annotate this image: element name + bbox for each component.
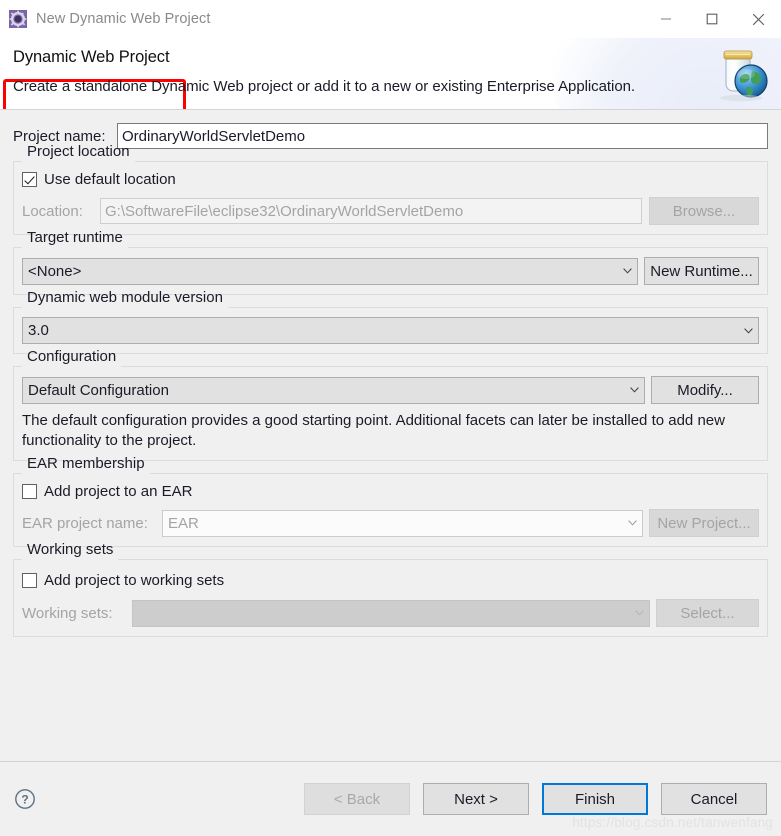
add-project-to-ear-row[interactable]: Add project to an EAR [22, 483, 759, 500]
svg-text:?: ? [21, 792, 28, 806]
add-project-to-working-sets-label: Add project to working sets [44, 572, 225, 589]
eclipse-project-icon [9, 10, 27, 28]
group-header: Dynamic web module version [14, 289, 767, 308]
group-content: Default Configuration Modify... The defa… [22, 367, 759, 451]
use-default-location-row[interactable]: Use default location [22, 171, 759, 188]
group-content: Add project to an EAR EAR project name: … [22, 474, 759, 537]
select-button: Select... [656, 599, 759, 627]
use-default-location-label: Use default location [44, 171, 176, 188]
chevron-down-icon [738, 327, 758, 334]
module-version-row: 3.0 [22, 317, 759, 344]
web-jar-globe-icon [711, 45, 771, 103]
configuration-group: Configuration Default Configuration Modi… [13, 348, 768, 461]
help-question-icon[interactable]: ? [14, 788, 36, 810]
add-project-to-working-sets-row[interactable]: Add project to working sets [22, 572, 759, 589]
chevron-down-icon [622, 520, 642, 526]
page-description: Create a standalone Dynamic Web project … [13, 78, 636, 95]
location-row: Location: G:\SoftwareFile\eclipse32\Ordi… [22, 197, 759, 225]
ear-membership-group-title: EAR membership [27, 455, 145, 472]
use-default-location-checkbox[interactable] [22, 172, 37, 187]
project-location-group-title: Project location [27, 143, 130, 160]
working-sets-row: Working sets: Select... [22, 599, 759, 627]
new-runtime-button[interactable]: New Runtime... [644, 257, 759, 285]
configuration-select[interactable]: Default Configuration [22, 376, 645, 404]
ear-membership-group: EAR membership Add project to an EAR EAR… [13, 455, 768, 547]
ear-project-name-row: EAR project name: EAR New Project... [22, 509, 759, 537]
close-button[interactable] [735, 0, 781, 38]
module-version-value: 3.0 [28, 322, 49, 339]
new-project-button: New Project... [649, 509, 759, 537]
configuration-value: Default Configuration [28, 381, 169, 399]
footer-buttons: < Back Next > Finish Cancel [304, 783, 767, 815]
target-runtime-group-title: Target runtime [27, 229, 123, 246]
window-controls [643, 0, 781, 38]
project-name-input[interactable]: OrdinaryWorldServletDemo [117, 123, 768, 149]
configuration-group-title: Configuration [27, 348, 117, 365]
group-content: Add project to working sets Working sets… [22, 560, 759, 627]
target-runtime-group: Target runtime <None> New Runtime... [13, 229, 768, 295]
modify-button[interactable]: Modify... [651, 376, 759, 404]
project-location-group: Project location Use default location Lo… [13, 143, 768, 235]
ear-project-name-label: EAR project name: [22, 514, 148, 532]
module-version-group-title: Dynamic web module version [27, 289, 223, 306]
working-sets-select [132, 599, 650, 627]
group-header: EAR membership [14, 455, 767, 474]
title-bar: New Dynamic Web Project [0, 0, 781, 38]
add-project-to-ear-label: Add project to an EAR [44, 483, 193, 500]
watermark-text: https://blog.csdn.net/tanwenfang [572, 815, 773, 830]
configuration-row: Default Configuration Modify... [22, 376, 759, 404]
ear-project-name-select: EAR [162, 509, 643, 537]
dialog-body: Project name: OrdinaryWorldServletDemo P… [0, 110, 781, 761]
chevron-down-icon [629, 610, 649, 616]
add-project-to-working-sets-checkbox[interactable] [22, 573, 37, 588]
dialog-footer: ? < Back Next > Finish Cancel https://bl… [0, 761, 781, 836]
target-runtime-select[interactable]: <None> [22, 257, 638, 285]
ear-project-name-value: EAR [168, 514, 199, 532]
add-project-to-ear-checkbox[interactable] [22, 484, 37, 499]
working-sets-label: Working sets: [22, 604, 113, 622]
chevron-down-icon [624, 387, 644, 393]
group-content: 3.0 [22, 308, 759, 344]
window-title: New Dynamic Web Project [36, 11, 211, 27]
browse-button: Browse... [649, 197, 759, 225]
group-header: Configuration [14, 348, 767, 367]
page-title: Dynamic Web Project [13, 48, 170, 66]
group-content: Use default location Location: G:\Softwa… [22, 162, 759, 225]
working-sets-group: Working sets Add project to working sets… [13, 541, 768, 637]
next-button[interactable]: Next > [423, 783, 529, 815]
minimize-button[interactable] [643, 0, 689, 38]
cancel-button[interactable]: Cancel [661, 783, 767, 815]
wizard-banner: Dynamic Web Project Create a standalone … [0, 38, 781, 110]
module-version-group: Dynamic web module version 3.0 [13, 289, 768, 354]
project-name-label: Project name: [13, 127, 106, 145]
working-sets-group-title: Working sets [27, 541, 114, 558]
module-version-select[interactable]: 3.0 [22, 317, 759, 344]
finish-button[interactable]: Finish [542, 783, 648, 815]
group-header: Target runtime [14, 229, 767, 248]
chevron-down-icon [617, 268, 637, 274]
group-header: Working sets [14, 541, 767, 560]
maximize-button[interactable] [689, 0, 735, 38]
group-content: <None> New Runtime... [22, 248, 759, 285]
configuration-description: The default configuration provides a goo… [22, 412, 725, 449]
back-button: < Back [304, 783, 410, 815]
location-label: Location: [22, 202, 83, 220]
new-dynamic-web-project-dialog: New Dynamic Web Project Dynamic Web Proj… [0, 0, 781, 836]
location-input: G:\SoftwareFile\eclipse32\OrdinaryWorldS… [100, 198, 642, 224]
target-runtime-value: <None> [28, 262, 82, 280]
target-runtime-row: <None> New Runtime... [22, 257, 759, 285]
group-header: Project location [14, 143, 767, 162]
